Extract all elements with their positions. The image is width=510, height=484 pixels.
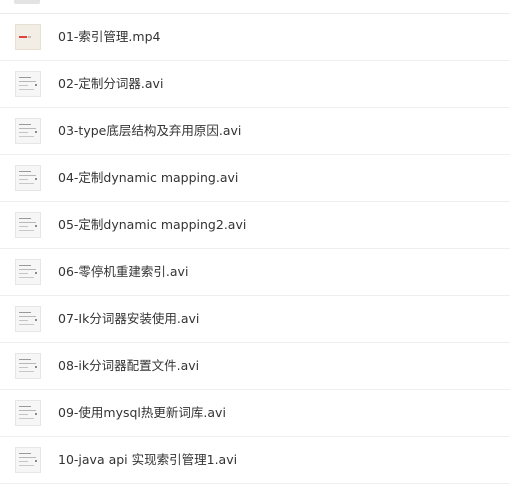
document-thumbnail-icon xyxy=(15,400,41,426)
document-thumbnail-icon xyxy=(15,259,41,285)
file-row[interactable]: 02-定制分词器.avi xyxy=(0,61,510,108)
file-row[interactable]: 04-定制dynamic mapping.avi xyxy=(0,155,510,202)
file-row[interactable]: 05-定制dynamic mapping2.avi xyxy=(0,202,510,249)
file-name[interactable]: 06-零停机重建索引.avi xyxy=(58,263,188,281)
file-name[interactable]: 01-索引管理.mp4 xyxy=(58,28,160,46)
file-name[interactable]: 04-定制dynamic mapping.avi xyxy=(58,169,238,187)
document-thumbnail-icon xyxy=(15,118,41,144)
document-thumbnail-icon xyxy=(15,353,41,379)
file-row[interactable]: 01-索引管理.mp4 xyxy=(0,14,510,61)
file-name[interactable]: 02-定制分词器.avi xyxy=(58,75,163,93)
document-thumbnail-icon xyxy=(15,165,41,191)
document-thumbnail-icon xyxy=(15,306,41,332)
file-list: 01-索引管理.mp4 02-定制分词器.avi 03-type底层结构及弃用原… xyxy=(0,14,510,484)
document-thumbnail-icon xyxy=(15,447,41,473)
document-thumbnail-icon xyxy=(15,71,41,97)
file-row[interactable]: 03-type底层结构及弃用原因.avi xyxy=(0,108,510,155)
file-row[interactable]: 06-零停机重建索引.avi xyxy=(0,249,510,296)
file-name[interactable]: 08-ik分词器配置文件.avi xyxy=(58,357,199,375)
file-name[interactable]: 05-定制dynamic mapping2.avi xyxy=(58,216,246,234)
video-thumbnail-icon xyxy=(15,24,41,50)
list-top-divider xyxy=(0,0,510,14)
file-row[interactable]: 08-ik分词器配置文件.avi xyxy=(0,343,510,390)
file-name[interactable]: 07-Ik分词器安装使用.avi xyxy=(58,310,199,328)
file-row[interactable]: 09-使用mysql热更新词库.avi xyxy=(0,390,510,437)
file-name[interactable]: 09-使用mysql热更新词库.avi xyxy=(58,404,226,422)
header-fragment xyxy=(14,0,40,4)
document-thumbnail-icon xyxy=(15,212,41,238)
file-name[interactable]: 10-java api 实现索引管理1.avi xyxy=(58,451,237,469)
file-name[interactable]: 03-type底层结构及弃用原因.avi xyxy=(58,122,241,140)
file-row[interactable]: 07-Ik分词器安装使用.avi xyxy=(0,296,510,343)
